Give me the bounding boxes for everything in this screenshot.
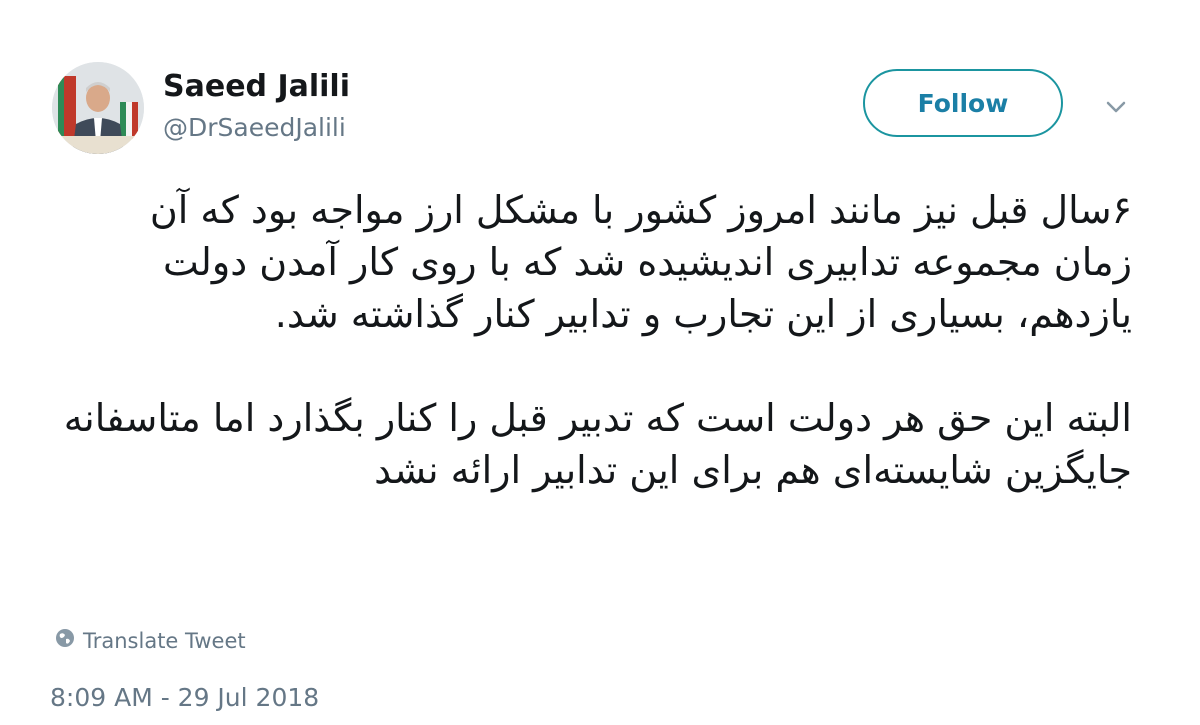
globe-icon [55,628,83,653]
user-handle[interactable]: @DrSaeedJalili [163,112,346,144]
translate-tweet-link[interactable]: Translate Tweet [55,628,246,653]
timestamp[interactable]: 8:09 AM - 29 Jul 2018 [50,682,319,714]
tweet-paragraph: البته این حق هر دولت است که تدبیر قبل را… [63,396,1132,492]
follow-button[interactable]: Follow [863,69,1063,137]
tweet-text: ۶سال قبل نیز مانند امروز کشور با مشکل ار… [60,184,1132,496]
avatar[interactable] [52,62,144,154]
tweet-card: Saeed Jalili @DrSaeedJalili Follow ۶سال … [0,0,1200,725]
tweet-paragraph: ۶سال قبل نیز مانند امروز کشور با مشکل ار… [149,188,1132,336]
profile-photo-icon [52,62,144,154]
chevron-down-icon[interactable] [1100,94,1132,120]
translate-label: Translate Tweet [83,628,246,653]
display-name[interactable]: Saeed Jalili [163,68,350,106]
